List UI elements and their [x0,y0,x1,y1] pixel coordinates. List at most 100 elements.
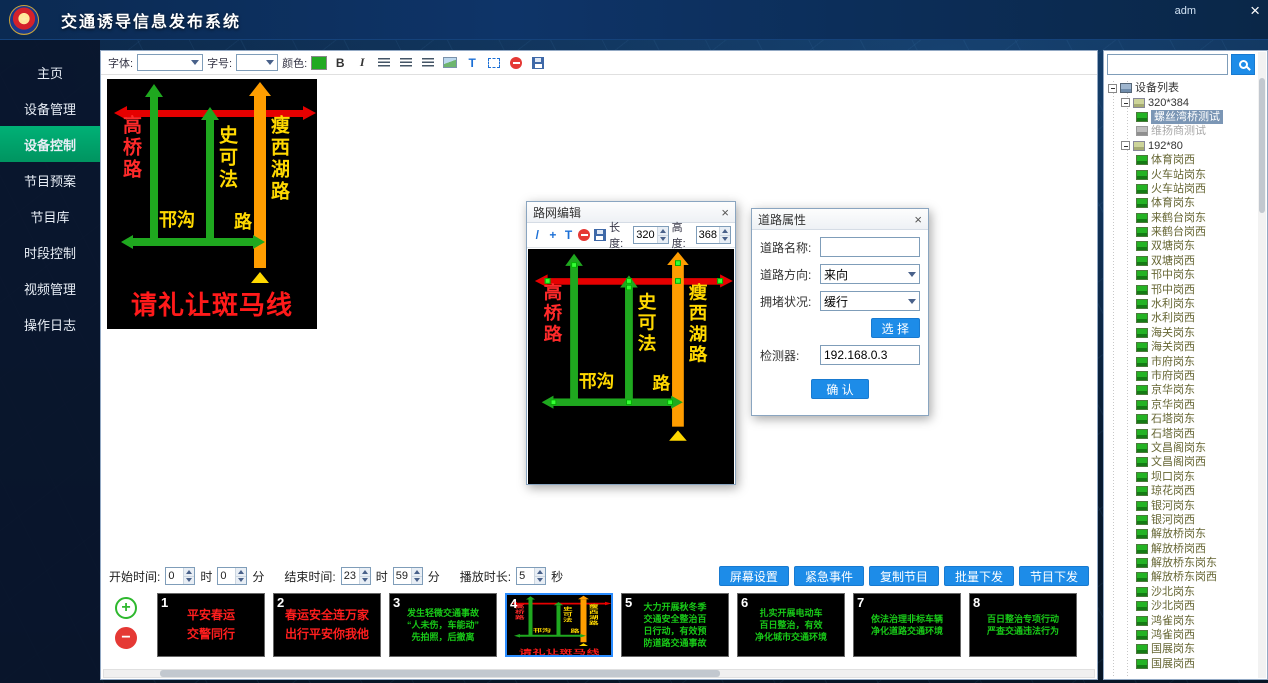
edit-handle[interactable] [675,260,681,266]
tree-item[interactable]: 螺丝湾桥测试 [1107,110,1256,124]
tree-item[interactable]: 京华岗东 [1107,383,1256,397]
window-close-icon[interactable]: × [1250,1,1260,21]
program-thumbnail[interactable]: 6 扎实开展电动车 百日整治，有效 净化城市交通环境 [737,593,845,657]
spin-up-icon[interactable] [720,227,730,235]
spin-up-icon[interactable] [412,568,422,576]
tree-item[interactable]: 石塔岗东 [1107,412,1256,426]
tree-expander-icon[interactable] [1121,141,1130,150]
align-left-icon[interactable] [375,54,393,72]
align-right-icon[interactable] [419,54,437,72]
end-minute-stepper[interactable]: 59 [393,567,423,585]
edit-handle[interactable] [675,278,681,284]
save-icon[interactable] [529,54,547,72]
tree-item[interactable]: 解放桥岗西 [1107,542,1256,556]
draw-line-icon[interactable]: / [531,226,544,244]
confirm-button[interactable]: 确 认 [811,379,869,399]
spin-down-icon[interactable] [720,235,730,244]
tree-item[interactable]: 火车站岗东 [1107,167,1256,181]
sidebar-item[interactable]: 节目预案 [0,162,100,198]
dialog-title-bar[interactable]: 路网编辑 × [527,202,735,223]
add-node-icon[interactable]: + [547,226,560,244]
dialog-title-bar[interactable]: 道路属性 × [752,209,928,230]
tree-item[interactable]: 鸿雀岗西 [1107,628,1256,642]
tree-item[interactable]: 文昌阁岗东 [1107,441,1256,455]
tree-item[interactable]: 坝口岗东 [1107,470,1256,484]
tree-expander-icon[interactable] [1121,98,1130,107]
tree-item[interactable]: 双塘岗西 [1107,254,1256,268]
program-thumbnail[interactable]: 2 春运安全连万家 出行平安你我他 [273,593,381,657]
tree-item[interactable]: 银河岗东 [1107,498,1256,512]
vertical-scrollbar-thumb[interactable] [1259,78,1265,213]
sidebar-item[interactable]: 时段控制 [0,234,100,270]
spin-down-icon[interactable] [658,235,668,244]
sidebar-item[interactable]: 操作日志 [0,306,100,342]
sidebar-item[interactable]: 设备管理 [0,90,100,126]
edit-handle[interactable] [626,285,632,291]
edit-handle[interactable] [626,399,632,405]
tree-item[interactable]: 解放桥东岗西 [1107,570,1256,584]
road-name-input[interactable] [820,237,920,257]
tree-item[interactable]: 来鹤台岗东 [1107,211,1256,225]
tree-item[interactable]: 解放桥岗东 [1107,527,1256,541]
tree-item[interactable]: 火车站岗西 [1107,182,1256,196]
spin-up-icon[interactable] [658,227,668,235]
tree-item[interactable]: 邗中岗西 [1107,282,1256,296]
program-thumbnail[interactable]: 7 依法治理非标车辆 净化道路交通环境 [853,593,961,657]
align-center-icon[interactable] [397,54,415,72]
tree-item[interactable]: 沙北岗东 [1107,585,1256,599]
tree-item[interactable]: 琼花岗西 [1107,484,1256,498]
network-edit-canvas[interactable]: 高桥路 史可法 瘦西湖路 邗沟 路 [528,249,734,484]
height-stepper[interactable]: 368 [696,226,731,244]
program-thumbnail[interactable]: 5 大力开展秋冬季 交通安全整治百 日行动，有效预 防道路交通事故 [621,593,729,657]
start-hour-stepper[interactable]: 0 [165,567,195,585]
tree-item[interactable]: 双塘岗东 [1107,239,1256,253]
tree-item[interactable]: 沙北岗西 [1107,599,1256,613]
vertical-scrollbar[interactable] [1258,52,1266,678]
insert-text-icon[interactable]: T [463,54,481,72]
bold-button[interactable]: B [331,54,349,72]
congestion-select[interactable]: 缓行 [820,291,920,311]
edit-handle[interactable] [626,278,632,284]
close-icon[interactable]: × [914,212,922,227]
spin-down-icon[interactable] [360,576,370,585]
spin-up-icon[interactable] [184,568,194,576]
tree-item[interactable]: 192*80 [1107,139,1256,153]
tree-item[interactable]: 维扬商测试 [1107,124,1256,138]
action-button[interactable]: 紧急事件 [794,566,864,586]
font-size-select[interactable] [236,54,278,71]
program-thumbnail[interactable]: 3 发生轻微交通事故 “人未伤，车能动” 先拍照，后撤离 [389,593,497,657]
action-button[interactable]: 屏幕设置 [719,566,789,586]
tree-item[interactable]: 鸿雀岗东 [1107,613,1256,627]
save-icon[interactable] [594,226,607,244]
color-swatch[interactable] [311,56,327,70]
spin-up-icon[interactable] [535,568,545,576]
tree-item[interactable]: 市府岗东 [1107,354,1256,368]
close-icon[interactable]: × [721,205,729,220]
spin-down-icon[interactable] [412,576,422,585]
horizontal-scrollbar-thumb[interactable] [160,670,720,677]
road-direction-select[interactable]: 来向 [820,264,920,284]
tree-item[interactable]: 水利岗西 [1107,311,1256,325]
delete-icon[interactable] [578,226,591,244]
duration-stepper[interactable]: 5 [516,567,546,585]
select-button[interactable]: 选 择 [871,318,920,338]
start-minute-stepper[interactable]: 0 [217,567,247,585]
action-button[interactable]: 批量下发 [944,566,1014,586]
tree-item[interactable]: 国展岗东 [1107,642,1256,656]
tree-item[interactable]: 银河岗西 [1107,513,1256,527]
tree-item[interactable]: 设备列表 [1107,81,1256,95]
italic-button[interactable]: I [353,54,371,72]
delete-icon[interactable] [507,54,525,72]
edit-handle[interactable] [667,399,673,405]
frame-icon[interactable] [485,54,503,72]
sidebar-item[interactable]: 设备控制 [0,126,100,162]
tree-item[interactable]: 石塔岗西 [1107,426,1256,440]
length-stepper[interactable]: 320 [633,226,668,244]
add-program-button[interactable]: + [115,597,137,619]
tree-item[interactable]: 邗中岗东 [1107,268,1256,282]
action-button[interactable]: 复制节目 [869,566,939,586]
tree-item[interactable]: 京华岗西 [1107,398,1256,412]
tree-expander-icon[interactable] [1108,84,1117,93]
tree-item[interactable]: 体育岗西 [1107,153,1256,167]
sidebar-item[interactable]: 视频管理 [0,270,100,306]
